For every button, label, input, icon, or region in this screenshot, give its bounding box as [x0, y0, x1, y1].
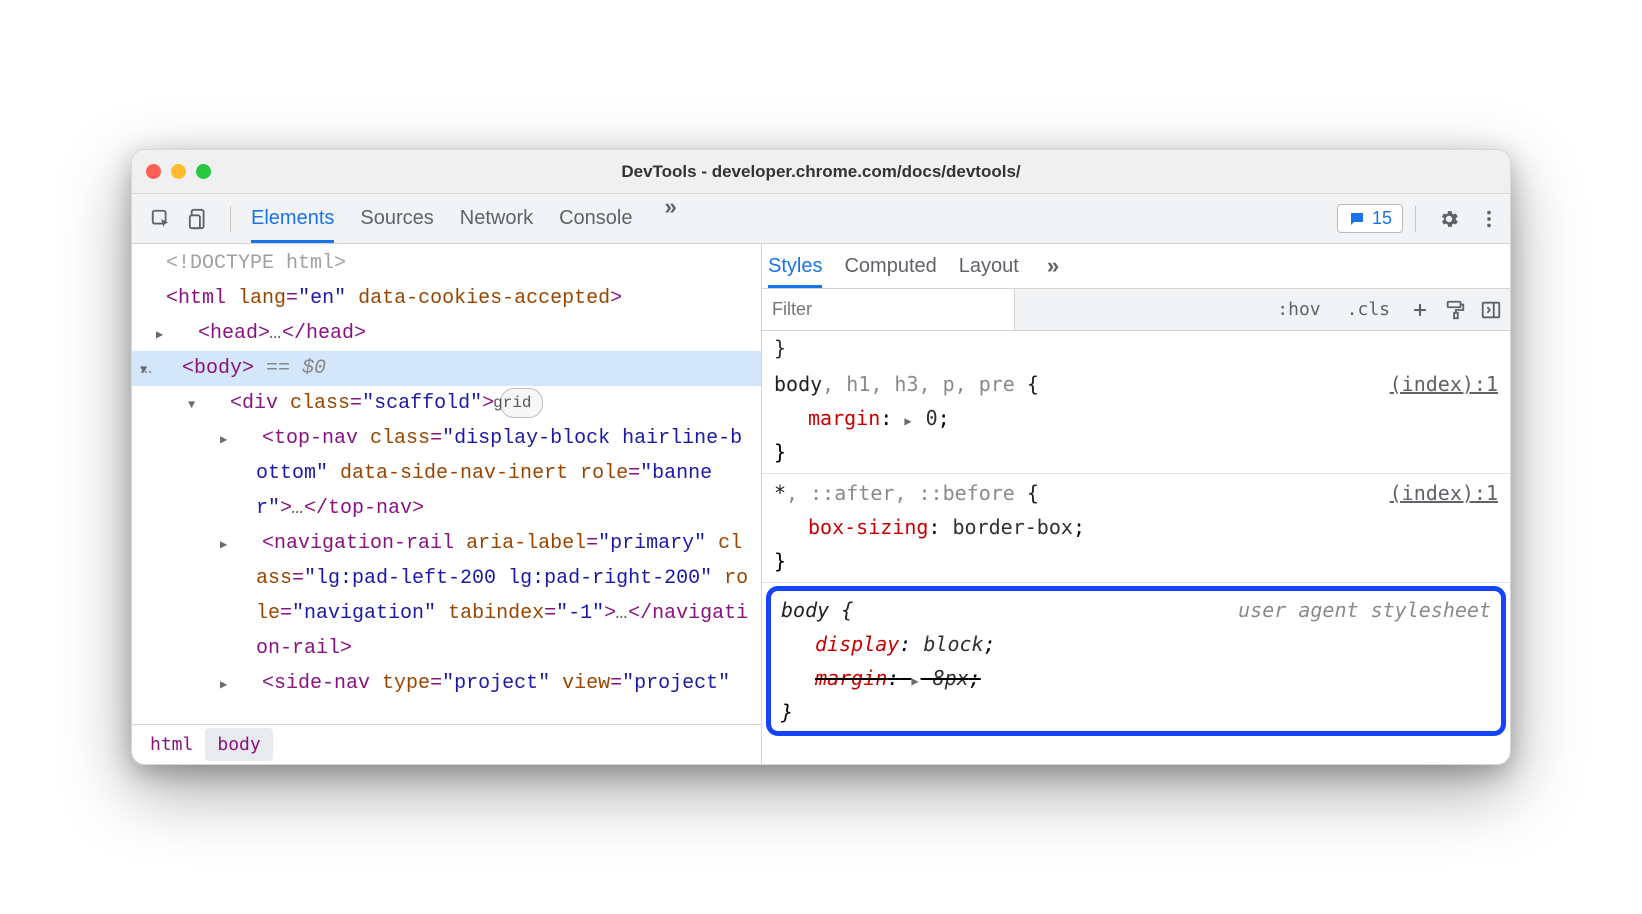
- styles-filter-input[interactable]: [762, 289, 1015, 330]
- main-toolbar: Elements Sources Network Console » 15: [132, 194, 1510, 244]
- dom-node[interactable]: <side-nav type="project" view="project": [132, 666, 761, 701]
- computed-toggle-icon[interactable]: [1480, 299, 1502, 321]
- subtab-layout[interactable]: Layout: [959, 244, 1019, 288]
- expand-arrow-icon[interactable]: [174, 316, 186, 351]
- tab-sources[interactable]: Sources: [360, 194, 433, 243]
- expand-arrow-icon[interactable]: [158, 351, 170, 386]
- rule-close-brace: }: [774, 544, 1498, 578]
- message-icon: [1348, 210, 1366, 228]
- more-menu-icon[interactable]: [1478, 208, 1500, 230]
- more-tabs-button[interactable]: »: [659, 194, 683, 243]
- style-declaration[interactable]: margin: ▶ 8px;: [781, 661, 1491, 695]
- expand-arrow-icon[interactable]: [238, 421, 250, 456]
- style-rule[interactable]: *, ::after, ::before {(index):1box-sizin…: [762, 474, 1510, 583]
- close-window-button[interactable]: [146, 164, 161, 179]
- toolbar-right-icons: [1438, 208, 1500, 230]
- subtab-more[interactable]: »: [1041, 244, 1065, 288]
- stylesheet-origin: user agent stylesheet: [1238, 593, 1491, 627]
- rule-close-brace: }: [774, 435, 1498, 469]
- window-title: DevTools - developer.chrome.com/docs/dev…: [132, 162, 1510, 182]
- cls-toggle[interactable]: .cls: [1341, 295, 1396, 324]
- style-rule[interactable]: body, h1, h3, p, pre {(index):1margin: ▶…: [762, 365, 1510, 474]
- device-toolbar-icon[interactable]: [188, 208, 210, 230]
- style-declaration[interactable]: display: block;: [781, 627, 1491, 661]
- dom-node[interactable]: <navigation-rail aria-label="primary" cl…: [132, 526, 761, 666]
- inspect-element-icon[interactable]: [150, 208, 172, 230]
- panel-tabs: Elements Sources Network Console »: [251, 194, 683, 243]
- dom-node[interactable]: <html lang="en" data-cookies-accepted>: [132, 281, 761, 316]
- tab-elements[interactable]: Elements: [251, 194, 334, 243]
- devtools-window: DevTools - developer.chrome.com/docs/dev…: [131, 149, 1511, 765]
- source-link[interactable]: (index):1: [1390, 476, 1498, 510]
- minimize-window-button[interactable]: [171, 164, 186, 179]
- source-link[interactable]: (index):1: [1390, 367, 1498, 401]
- elements-pane: <!DOCTYPE html> <html lang="en" data-coo…: [132, 244, 762, 764]
- gear-icon[interactable]: [1438, 208, 1460, 230]
- tab-network[interactable]: Network: [460, 194, 533, 243]
- dom-node[interactable]: <!DOCTYPE html>: [132, 246, 761, 281]
- breadcrumb-bar: html body: [132, 724, 761, 764]
- styles-subtabs: Styles Computed Layout »: [762, 244, 1510, 289]
- traffic-lights: [146, 164, 211, 179]
- issues-count: 15: [1372, 208, 1392, 229]
- grid-badge[interactable]: grid: [500, 388, 542, 418]
- dom-node[interactable]: <div class="scaffold">grid: [132, 386, 761, 421]
- issues-badge[interactable]: 15: [1337, 204, 1403, 233]
- expand-arrow-icon[interactable]: [238, 526, 250, 561]
- dom-node[interactable]: <top-nav class="display-block hairline-b…: [132, 421, 761, 526]
- hov-toggle[interactable]: :hov: [1271, 295, 1326, 324]
- new-style-rule-icon[interactable]: [1410, 300, 1430, 320]
- styles-rules[interactable]: } body, h1, h3, p, pre {(index):1margin:…: [762, 331, 1510, 764]
- subtab-computed[interactable]: Computed: [844, 244, 936, 288]
- style-rule[interactable]: body {user agent stylesheetdisplay: bloc…: [766, 586, 1506, 736]
- styles-pane: Styles Computed Layout » :hov .cls: [762, 244, 1510, 764]
- rule-close-brace: }: [781, 695, 1491, 729]
- breadcrumb-body[interactable]: body: [205, 728, 272, 761]
- expand-arrow-icon[interactable]: [206, 386, 218, 421]
- styles-filter-row: :hov .cls: [762, 289, 1510, 331]
- dom-tree[interactable]: <!DOCTYPE html> <html lang="en" data-coo…: [132, 244, 761, 724]
- breadcrumb-html[interactable]: html: [138, 728, 205, 761]
- dom-node[interactable]: <head>…</head>: [132, 316, 761, 351]
- style-declaration[interactable]: box-sizing: border-box;: [774, 510, 1498, 544]
- fullscreen-window-button[interactable]: [196, 164, 211, 179]
- main-panes: <!DOCTYPE html> <html lang="en" data-coo…: [132, 244, 1510, 764]
- tab-console[interactable]: Console: [559, 194, 632, 243]
- paint-format-icon[interactable]: [1444, 299, 1466, 321]
- toolbar-left-icons: [142, 208, 218, 230]
- divider: [1415, 206, 1416, 232]
- style-declaration[interactable]: margin: ▶ 0;: [774, 401, 1498, 435]
- divider: [230, 206, 231, 232]
- dom-node[interactable]: … <body> == $0: [132, 351, 761, 386]
- subtab-styles[interactable]: Styles: [768, 244, 822, 288]
- expand-arrow-icon[interactable]: [238, 666, 250, 701]
- titlebar: DevTools - developer.chrome.com/docs/dev…: [132, 150, 1510, 194]
